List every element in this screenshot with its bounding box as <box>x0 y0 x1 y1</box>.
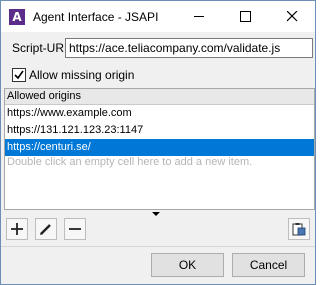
clipboard-paste-icon <box>292 223 306 236</box>
app-logo-icon: A <box>9 9 25 25</box>
close-icon <box>287 11 298 22</box>
ok-button[interactable]: OK <box>151 253 224 277</box>
pencil-icon <box>40 224 51 235</box>
caret-down-icon <box>152 212 160 216</box>
minimize-button[interactable] <box>176 1 222 32</box>
list-item-selected[interactable]: https://centuri.se/ <box>5 139 314 156</box>
edit-button[interactable] <box>35 218 57 240</box>
minimize-icon <box>194 16 204 17</box>
title-bar[interactable]: A Agent Interface - JSAPI <box>1 1 315 32</box>
footer-separator <box>1 246 315 247</box>
allowed-origins-header[interactable]: Allowed origins <box>5 89 314 105</box>
add-item-hint[interactable]: Double click an empty cell here to add a… <box>7 156 252 168</box>
list-item[interactable]: https://131.121.123.23:1147 <box>5 122 314 139</box>
splitter-grip[interactable] <box>141 208 171 216</box>
cancel-button[interactable]: Cancel <box>232 253 305 277</box>
list-item[interactable]: https://www.example.com <box>5 105 314 122</box>
maximize-icon <box>240 11 251 22</box>
allowed-origins-list[interactable]: Allowed origins https://www.example.com … <box>4 88 315 210</box>
checkmark-icon <box>14 70 24 80</box>
checkbox-box[interactable] <box>12 68 26 82</box>
window-title: Agent Interface - JSAPI <box>33 10 159 24</box>
maximize-button[interactable] <box>222 1 268 32</box>
minus-icon <box>69 228 81 230</box>
script-url-input[interactable]: https://ace.teliacompany.com/validate.js <box>65 38 313 58</box>
script-url-label: Script-URL <box>12 41 71 55</box>
paste-button[interactable] <box>288 218 310 240</box>
add-button[interactable] <box>6 218 28 240</box>
close-button[interactable] <box>269 1 315 32</box>
dialog-window: A Agent Interface - JSAPI Script-URL htt… <box>0 0 316 285</box>
remove-button[interactable] <box>64 218 86 240</box>
allow-missing-origin-label: Allow missing origin <box>29 68 135 82</box>
plus-icon <box>11 223 23 235</box>
